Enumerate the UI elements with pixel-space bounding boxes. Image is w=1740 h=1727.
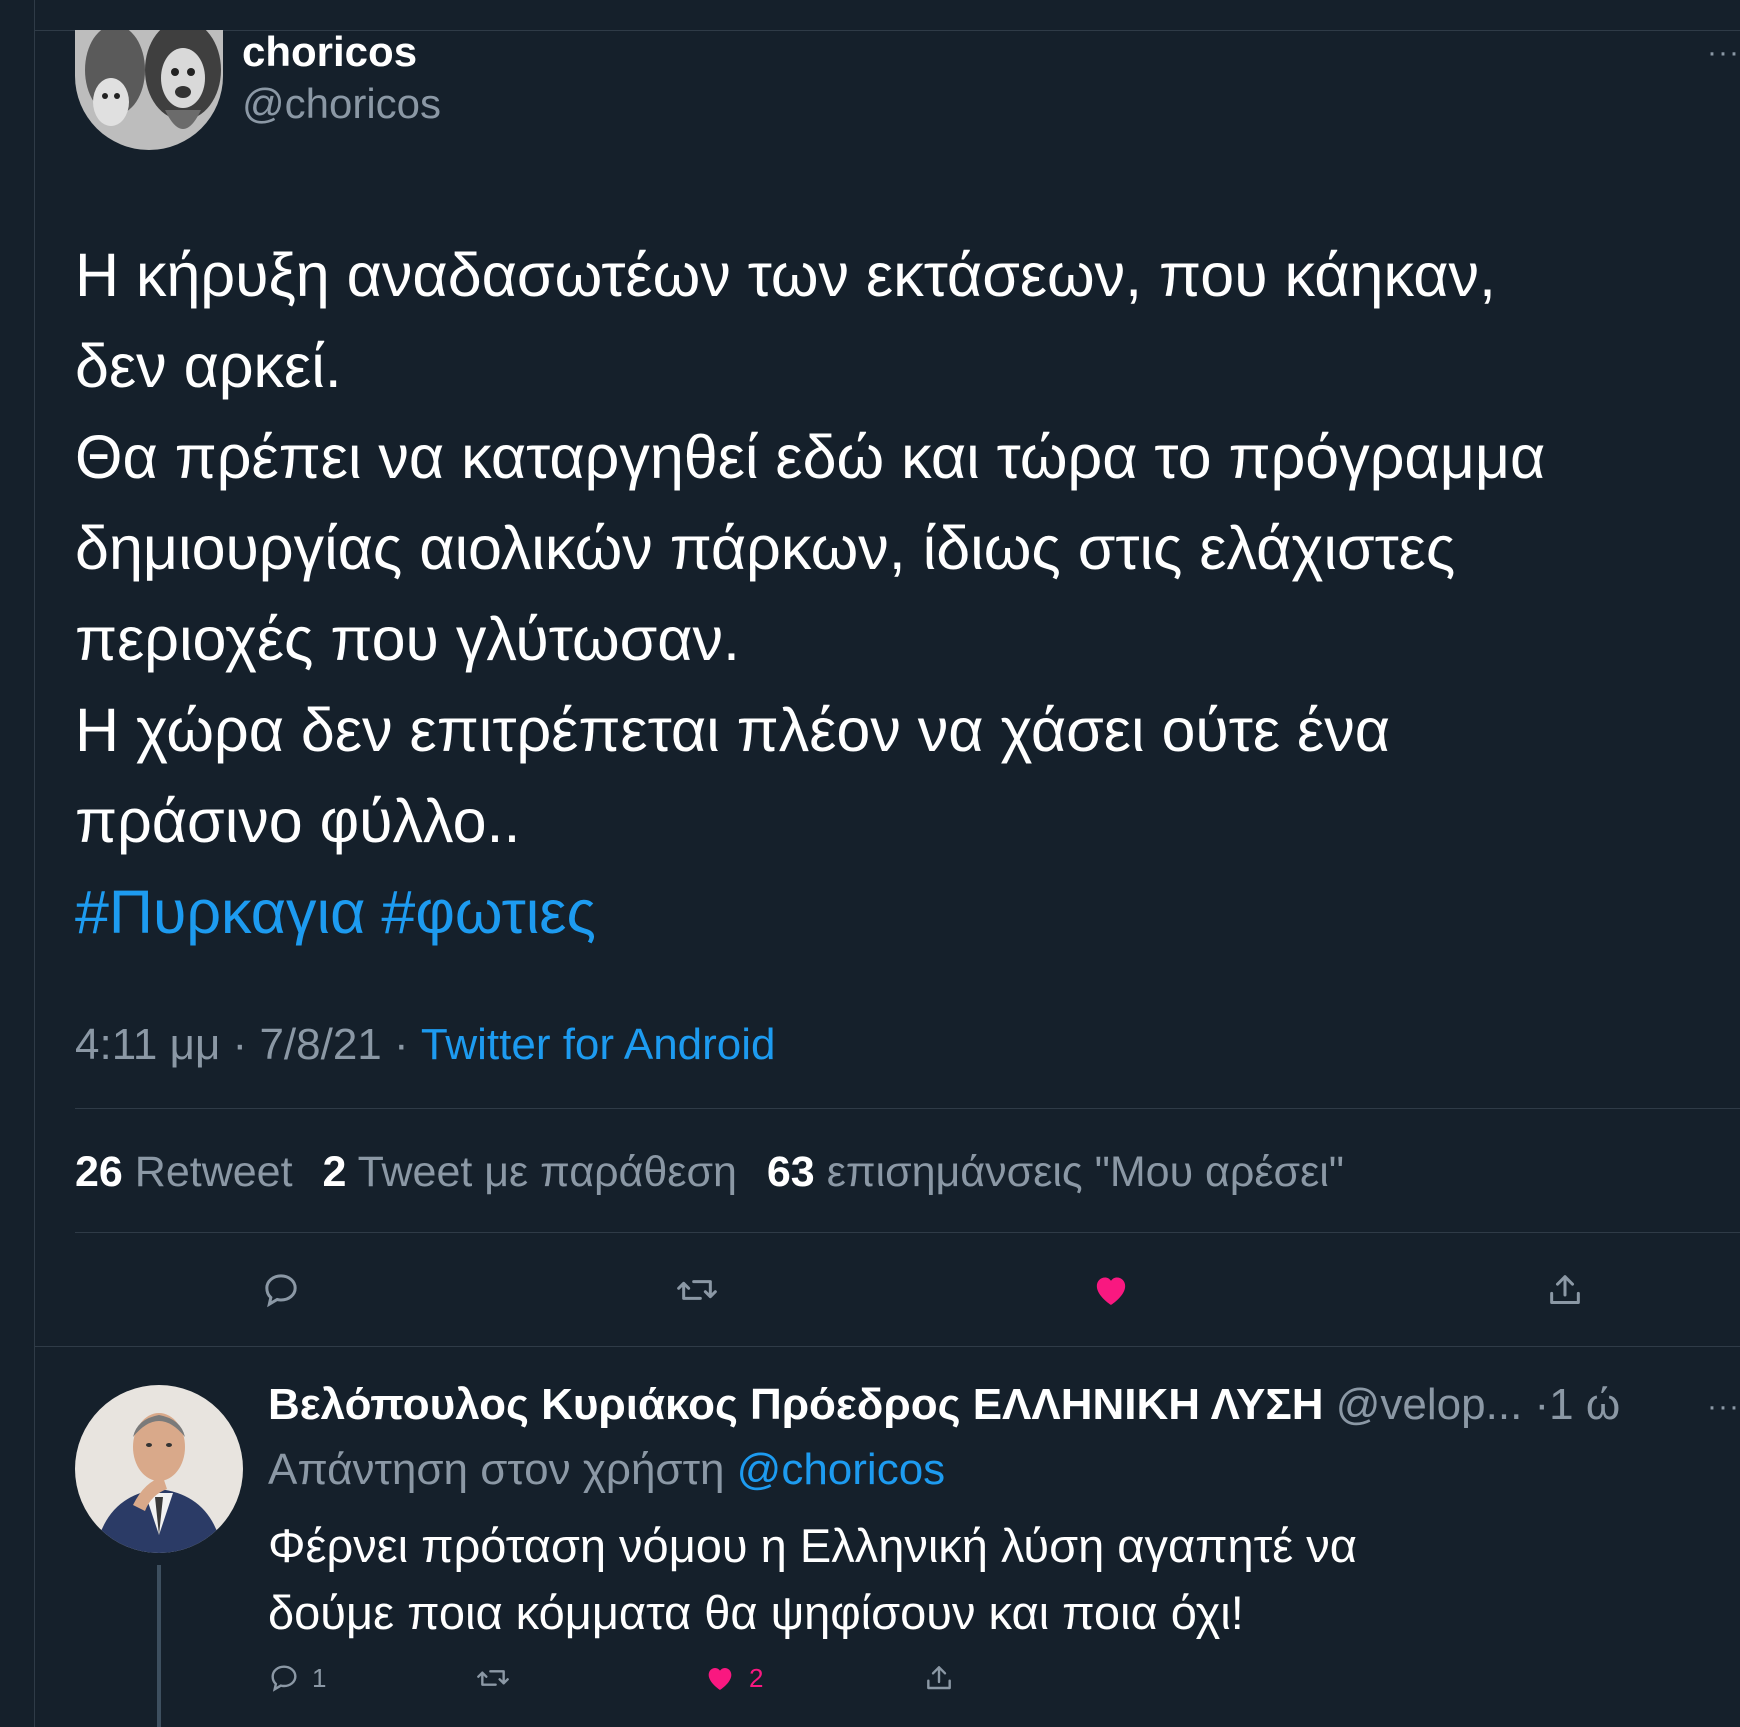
tweet-detail: choricos @choricos ··· Η κήρυξη αναδασωτ…: [35, 0, 1740, 1727]
reply-author-name[interactable]: Βελόπουλος Κυριάκος Πρόεδρος ΕΛΛΗΝΙΚΗ ΛΥ…: [268, 1380, 1324, 1429]
reply-author-avatar[interactable]: [75, 1385, 243, 1553]
author-handle[interactable]: @choricos: [242, 80, 441, 128]
more-horizontal-icon[interactable]: ···: [1707, 1390, 1740, 1424]
like-button[interactable]: [1090, 1270, 1132, 1310]
reply-text: Φέρνει πρόταση νόμου η Ελληνική λύση αγα…: [268, 1512, 1357, 1646]
quote-label[interactable]: Tweet με παράθεση: [358, 1148, 737, 1196]
tweet-meta: 4:11 μμ · 7/8/21 · Twitter for Android: [75, 1020, 776, 1070]
tweet-text: Η κήρυξη αναδασωτέων των εκτάσεων, που κ…: [75, 230, 1725, 958]
reply-header: Βελόπουλος Κυριάκος Πρόεδρος ΕΛΛΗΝΙΚΗ ΛΥ…: [268, 1380, 1620, 1430]
retweet-count[interactable]: 26: [75, 1148, 123, 1196]
like-filled-icon: [708, 1668, 732, 1690]
tweet-text-line: Η κήρυξη αναδασωτέων των εκτάσεων, που κ…: [75, 241, 1496, 309]
author-name[interactable]: choricos: [242, 28, 417, 76]
share-icon: [927, 1666, 951, 1690]
reply-button[interactable]: [261, 1270, 301, 1310]
reply-reply-count: 1: [312, 1662, 327, 1693]
more-horizontal-icon[interactable]: ···: [1707, 36, 1740, 70]
like-label[interactable]: επισημάνσεις "Μου αρέσει": [827, 1148, 1344, 1196]
quote-count[interactable]: 2: [323, 1148, 347, 1196]
meta-separator: ·: [232, 1020, 248, 1069]
tweet-source[interactable]: Twitter for Android: [421, 1020, 776, 1069]
meta-separator: ·: [394, 1020, 409, 1069]
reply-text-line: Φέρνει πρόταση νόμου η Ελληνική λύση αγα…: [268, 1519, 1357, 1572]
hashtags: #Πυρκαγια #φωτιες: [75, 867, 1725, 958]
tweet-divider: [35, 1346, 1740, 1347]
tweet-text-line: περιοχές που γλύτωσαν.: [75, 605, 740, 673]
tweet-text-line: πράσινο φύλλο..: [75, 787, 521, 855]
tweet-time[interactable]: 4:11 μμ: [75, 1020, 220, 1069]
tweet-text-line: δημιουργίας αιολικών πάρκων, ίδιως στις …: [75, 514, 1456, 582]
author-avatar[interactable]: [75, 30, 223, 150]
reply-like-button[interactable]: 2: [703, 1662, 763, 1694]
thread-line: [157, 1565, 161, 1727]
meta-divider: [75, 1108, 1740, 1109]
tweet-text-line: Η χώρα δεν επιτρέπεται πλέον να χάσει ού…: [75, 696, 1390, 764]
reply-reply-button[interactable]: 1: [268, 1662, 326, 1694]
reply-share-button[interactable]: [923, 1662, 955, 1694]
retweet-icon: [477, 1670, 509, 1686]
share-icon: [1550, 1275, 1580, 1304]
tweet-date[interactable]: 7/8/21: [259, 1020, 381, 1069]
reply-icon: [271, 1665, 297, 1692]
reply-to-mention[interactable]: @choricos: [737, 1445, 946, 1494]
stats-divider: [75, 1232, 1740, 1233]
hashtag-link[interactable]: #φωτιες: [381, 878, 595, 946]
tweet-stats: 26 Retweet 2 Tweet με παράθεση 63 επισημ…: [75, 1148, 1344, 1197]
reply-like-count: 2: [749, 1662, 764, 1693]
share-button[interactable]: [1545, 1270, 1585, 1310]
retweet-icon: [677, 1280, 717, 1300]
reply-time[interactable]: ·1 ώ: [1535, 1380, 1621, 1429]
reply-to-label: Απάντηση στον χρήστη: [268, 1445, 725, 1494]
reply-retweet-button[interactable]: [475, 1662, 511, 1694]
reply-text-line: δούμε ποια κόμματα θα ψηφίσουν και ποια …: [268, 1586, 1244, 1639]
retweet-button[interactable]: [675, 1270, 719, 1310]
reply-icon: [265, 1274, 297, 1308]
retweet-label[interactable]: Retweet: [135, 1148, 293, 1196]
reply-to-line: Απάντηση στον χρήστη @choricos: [268, 1445, 945, 1495]
tweet-text-line: Θα πρέπει να καταργηθεί εδώ και τώρα το …: [75, 423, 1546, 491]
hashtag-link[interactable]: #Πυρκαγια: [75, 878, 365, 946]
tweet-text-line: δεν αρκεί.: [75, 332, 342, 400]
reply-author-handle[interactable]: @velop...: [1336, 1380, 1523, 1429]
left-rail: [0, 0, 35, 1727]
like-count[interactable]: 63: [767, 1148, 815, 1196]
like-filled-icon: [1096, 1277, 1126, 1305]
